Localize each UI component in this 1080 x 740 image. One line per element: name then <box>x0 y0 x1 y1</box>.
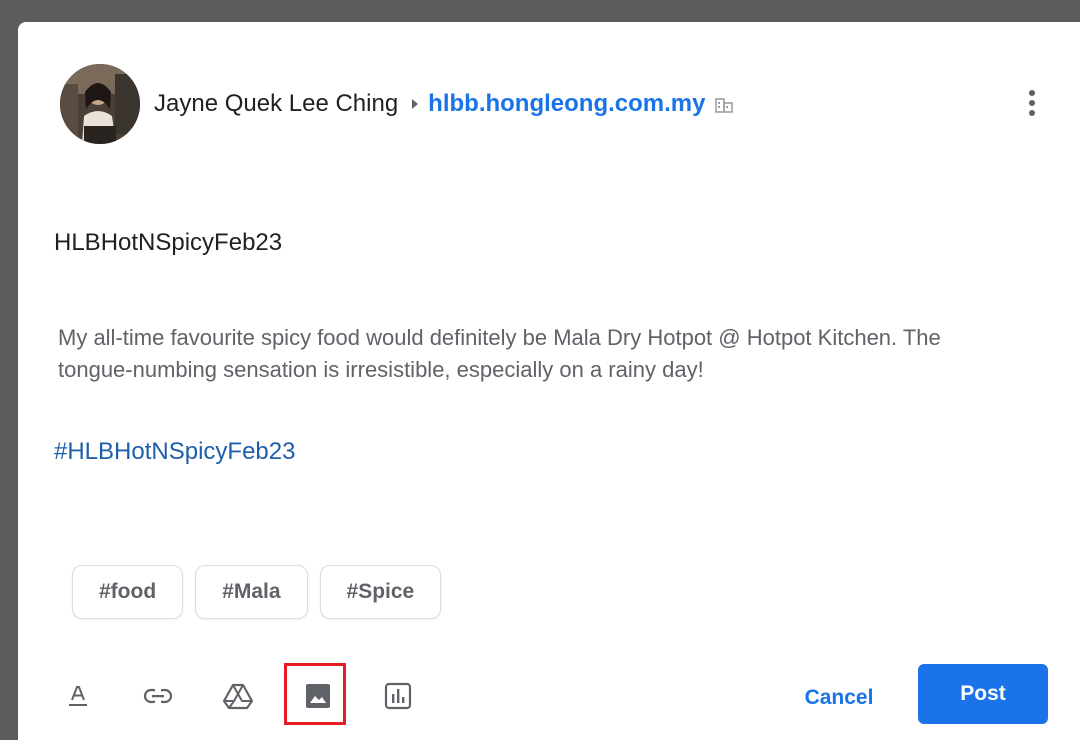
post-header: Jayne Quek Lee Ching hlbb.hongleong.com.… <box>60 64 734 144</box>
link-icon[interactable] <box>136 674 180 718</box>
hashtag-chips: #food #Mala #Spice <box>72 565 442 619</box>
chip-spice[interactable]: #Spice <box>319 565 442 619</box>
more-options-icon[interactable] <box>1020 86 1044 122</box>
author-name: Jayne Quek Lee Ching <box>154 90 399 117</box>
chevron-right-icon <box>412 99 419 109</box>
post-title: HLBHotNSpicyFeb23 <box>54 229 283 256</box>
window-backdrop: Jayne Quek Lee Ching hlbb.hongleong.com.… <box>0 0 1080 740</box>
post-composer-card: Jayne Quek Lee Ching hlbb.hongleong.com.… <box>18 22 1080 740</box>
post-body: My all-time favourite spicy food would d… <box>58 325 941 382</box>
chip-mala[interactable]: #Mala <box>195 565 308 619</box>
drive-icon[interactable] <box>216 674 260 718</box>
cancel-button[interactable]: Cancel <box>792 678 886 718</box>
image-icon-highlight <box>284 663 346 725</box>
post-hashtag-link[interactable]: #HLBHotNSpicyFeb23 <box>54 438 295 466</box>
building-icon <box>714 98 733 113</box>
domain-link[interactable]: hlbb.hongleong.com.my <box>428 90 705 118</box>
avatar[interactable] <box>60 64 140 144</box>
text-format-icon[interactable] <box>56 674 100 718</box>
chip-food[interactable]: #food <box>72 565 184 619</box>
composer-toolbar: Cancel Post <box>18 662 1080 732</box>
post-button[interactable]: Post <box>918 664 1048 724</box>
poll-icon[interactable] <box>376 674 420 718</box>
